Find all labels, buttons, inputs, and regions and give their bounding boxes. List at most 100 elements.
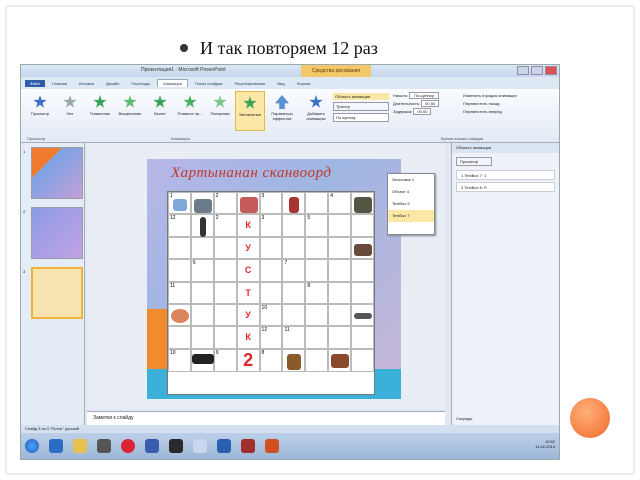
opera-icon[interactable] [121,439,135,453]
answer-letter: Т [236,281,260,304]
anim-preview-button[interactable]: Просмотр [456,157,492,166]
tab-view[interactable]: Вид [272,80,289,87]
grid-cell [282,192,306,215]
maximize-button[interactable] [531,66,543,75]
powerpoint-icon[interactable] [265,439,279,453]
grid-cell [305,348,329,372]
bullet-dot [180,44,188,52]
folder-icon[interactable] [73,439,87,453]
deer-picture [287,353,302,370]
start-select[interactable]: По щелчку [409,92,439,99]
grid-cell [305,192,329,215]
publisher-icon[interactable] [145,439,159,453]
app-icon[interactable] [169,439,183,453]
grid-cell [351,303,374,327]
effect-zoom[interactable]: Увеличение [235,91,265,131]
tab-home[interactable]: Главная [47,80,72,87]
grid-cell [190,281,214,304]
grid-cell [213,326,237,349]
grid-cell [190,214,214,238]
close-button[interactable] [545,66,557,75]
bullet-line: И так повторяем 12 раз [180,36,378,60]
trigger-button[interactable]: Триггер [333,102,389,111]
bullet-text: И так повторяем 12 раз [200,37,378,58]
star-icon [213,95,227,108]
current-slide: Хартынанан сканвоорд 1 2 3 4 12 2 К 3 5 [147,159,401,399]
delay-field[interactable]: 00,00 [413,108,432,115]
menu-item[interactable]: TextBox 7 [388,210,434,222]
thumb-number: 1 [23,149,26,154]
menu-item[interactable]: Объект 4 [388,186,434,198]
grid-cell: 9 [213,348,237,372]
animation-pane-button[interactable]: Область анимации [333,93,389,100]
grid-cell: 7 [282,259,306,282]
group-label-preview: Просмотр [27,136,46,141]
grid-cell [282,348,306,372]
word-icon[interactable] [217,439,231,453]
minimize-button[interactable] [517,66,529,75]
grid-cell: 1 [168,192,191,215]
effect-fly-in[interactable]: Вылет [145,91,175,131]
slide-title[interactable]: Хартынанан сканвоорд [171,165,331,182]
tab-design[interactable]: Дизайн [101,80,124,87]
grid-cell [305,303,329,327]
tab-file[interactable]: Файл [25,79,45,87]
tab-animations[interactable]: Анимация [157,79,188,87]
slide-thumb-2[interactable] [31,207,83,259]
effect-options-button[interactable]: Параметры эффектов [265,91,299,131]
ie-pinned-icon[interactable] [193,439,207,453]
preview-icon [33,95,47,108]
grid-cell [282,236,306,260]
grid-cell [351,326,374,349]
thumb-number: 2 [23,209,26,214]
add-animation-button[interactable]: Добавить анимацию [299,91,333,131]
system-clock: 19:52 11.02.2014 [535,439,555,449]
drawing-tools-tab[interactable]: Средства рисования [301,65,371,77]
grid-cell: 3 [259,192,283,215]
star-plus-icon [309,95,323,108]
cow-picture [331,353,350,368]
star-icon [153,95,167,108]
eggs-picture [171,308,189,323]
move-later-button[interactable]: Переместить вперед [463,109,529,114]
tab-insert[interactable]: Вставка [74,80,99,87]
slide-thumbnails: 1 2 3 [21,143,85,433]
grid-cell [328,281,352,304]
thumb-number: 3 [23,269,26,274]
tab-format[interactable]: Формат [292,80,316,87]
by-click-dropdown[interactable]: По щелчку [333,113,389,122]
effect-appear[interactable]: Появление [85,91,115,131]
grid-cell [351,259,374,282]
slide-thumb-1[interactable] [31,147,83,199]
effect-none[interactable]: Нет [55,91,85,131]
grid-cell [328,303,352,327]
tab-transitions[interactable]: Переходы [126,80,155,87]
grid-cell: 8 [259,348,283,372]
media-icon[interactable] [97,439,111,453]
grid-cell [213,236,237,260]
preview-button[interactable]: Просмотр [25,91,55,131]
stapler-picture [191,353,214,364]
grid-cell [259,236,283,260]
effect-pan[interactable]: Панорама [205,91,235,131]
animation-item[interactable]: 2 TextBox 6: Р... [456,182,555,192]
rainbow-picture [173,199,187,211]
effect-fade[interactable]: Выцветание [115,91,145,131]
menu-item[interactable]: TextBox 5 [388,198,434,210]
grid-cell: 2 [213,192,237,215]
duration-field[interactable]: 00,50 [421,100,440,107]
answer-letter: К [236,214,260,237]
star-icon [243,96,257,109]
slide-thumb-3[interactable] [31,267,83,319]
menu-item[interactable]: Заголовок 1 [388,174,434,186]
access-icon[interactable] [241,439,255,453]
grid-cell [168,259,191,282]
ie-icon[interactable] [49,439,63,453]
start-button[interactable] [25,439,39,453]
tab-slideshow[interactable]: Показ слайдов [190,80,228,87]
tab-review[interactable]: Рецензирование [230,80,271,87]
effect-float[interactable]: Плавное пр... [175,91,205,131]
animation-item[interactable]: 1 TextBox 7: 1 [456,170,555,180]
grid-cell [236,192,260,215]
move-earlier-button[interactable]: Переместить назад [463,101,529,106]
